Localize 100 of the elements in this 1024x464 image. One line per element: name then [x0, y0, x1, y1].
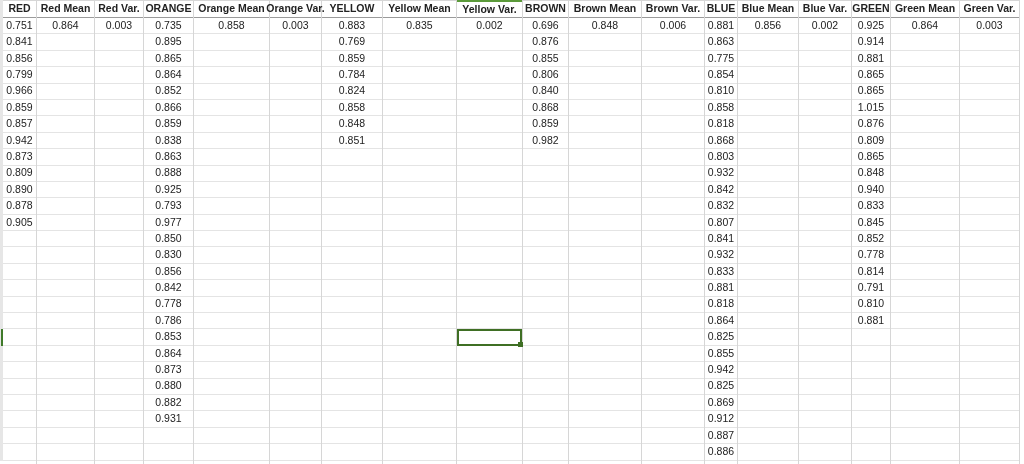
- table-cell: 0.842: [144, 280, 193, 297]
- fill-handle[interactable]: [518, 341, 523, 347]
- table-cell: 0.810: [852, 296, 890, 314]
- column-header: GREEN: [852, 0, 890, 18]
- table-cell: 0.864: [891, 18, 959, 35]
- table-cell: 0.876: [852, 116, 890, 133]
- table-cell: 1.015: [852, 99, 890, 117]
- column-header: Green Var.: [960, 0, 1019, 18]
- table-cell: 0.856: [738, 18, 798, 35]
- table-cell: 0.982: [523, 132, 568, 150]
- table-cell: 0.890: [3, 181, 36, 199]
- table-cell: 0.931: [144, 411, 193, 428]
- table-cell: 0.865: [144, 50, 193, 68]
- table-cell: 0.002: [457, 18, 522, 35]
- table-cell: 0.881: [852, 50, 890, 68]
- table-cell: 0.803: [705, 149, 737, 166]
- table-cell: 0.864: [705, 313, 737, 330]
- table-cell: 0.912: [705, 411, 737, 428]
- table-cell: 0.818: [705, 116, 737, 133]
- table-cell: 0.859: [322, 50, 382, 68]
- table-cell: 0.786: [144, 313, 193, 330]
- table-cell: 0.905: [3, 214, 36, 232]
- table-cell: 0.814: [852, 263, 890, 281]
- table-cell: 0.825: [705, 378, 737, 395]
- table-cell: 0.966: [3, 83, 36, 100]
- table-cell: 0.842: [705, 181, 737, 199]
- table-cell: 0.942: [3, 132, 36, 150]
- table-cell: 0.856: [144, 263, 193, 281]
- column-header: Green Mean: [891, 0, 959, 18]
- table-cell: 0.848: [852, 165, 890, 182]
- table-cell: 0.825: [705, 329, 737, 346]
- table-cell: 0.865: [852, 83, 890, 100]
- column-header: Yellow Mean: [383, 0, 456, 18]
- column-header: Yellow Var.: [457, 0, 522, 18]
- table-cell: 0.932: [705, 247, 737, 264]
- selected-cell[interactable]: [457, 329, 522, 346]
- table-cell: 0.832: [705, 198, 737, 215]
- table-cell: 0.778: [852, 247, 890, 264]
- column-header: Blue Mean: [738, 0, 798, 18]
- table-cell: 0.887: [705, 427, 737, 445]
- table-cell: 0.835: [383, 18, 456, 35]
- table-cell: 0.886: [705, 444, 737, 461]
- table-cell: 0.833: [705, 263, 737, 281]
- table-cell: 0.932: [705, 165, 737, 182]
- column-header: Brown Var.: [642, 0, 704, 18]
- table-cell: 0.751: [3, 18, 36, 35]
- table-cell: 0.841: [705, 231, 737, 248]
- table-cell: 0.863: [144, 149, 193, 166]
- table-cell: 0.856: [3, 50, 36, 68]
- table-cell: 0.852: [852, 231, 890, 248]
- table-cell: 0.002: [799, 18, 851, 35]
- table-cell: 0.866: [144, 99, 193, 117]
- table-cell: 0.851: [322, 132, 382, 150]
- table-cell: 0.775: [705, 50, 737, 68]
- table-cell: 0.977: [144, 214, 193, 232]
- table-cell: 0.895: [144, 34, 193, 51]
- table-cell: 0.791: [852, 280, 890, 297]
- table-cell: 0.880: [144, 378, 193, 395]
- table-cell: 0.869: [705, 395, 737, 412]
- table-cell: 0.799: [3, 67, 36, 84]
- table-cell: 0.784: [322, 67, 382, 84]
- table-cell: 0.882: [144, 395, 193, 412]
- table-cell: 0.859: [523, 116, 568, 133]
- table-cell: 0.806: [523, 67, 568, 84]
- column-header: Blue Var.: [799, 0, 851, 18]
- table-cell: 0.868: [523, 99, 568, 117]
- column-header: RED: [3, 0, 36, 18]
- table-cell: 0.865: [852, 149, 890, 166]
- table-cell: 0.888: [144, 165, 193, 182]
- table-cell: 0.863: [705, 34, 737, 51]
- table-cell: 0.881: [705, 18, 737, 35]
- table-cell: 0.852: [144, 83, 193, 100]
- table-cell: 0.809: [3, 165, 36, 182]
- table-cell: 0.858: [194, 18, 269, 35]
- table-cell: 0.881: [705, 280, 737, 297]
- table-cell: 0.858: [322, 99, 382, 117]
- table-cell: 0.942: [705, 362, 737, 379]
- table-cell: 0.925: [144, 181, 193, 199]
- column-header: ORANGE: [144, 0, 193, 18]
- table-cell: 0.793: [144, 198, 193, 215]
- table-cell: 0.855: [705, 345, 737, 363]
- table-cell: 0.003: [95, 18, 143, 35]
- table-cell: 0.855: [523, 50, 568, 68]
- table-cell: 0.850: [144, 231, 193, 248]
- table-cell: 0.865: [852, 67, 890, 84]
- column-header: Brown Mean: [569, 0, 641, 18]
- table-cell: 0.845: [852, 214, 890, 232]
- table-cell: 0.841: [3, 34, 36, 51]
- table-cell: 0.848: [569, 18, 641, 35]
- table-cell: 0.914: [852, 34, 890, 51]
- table-cell: 0.868: [705, 132, 737, 150]
- table-cell: 0.840: [523, 83, 568, 100]
- table-cell: 0.940: [852, 181, 890, 199]
- table-cell: 0.833: [852, 198, 890, 215]
- table-cell: 0.735: [144, 18, 193, 35]
- table-cell: 0.848: [322, 116, 382, 133]
- table-cell: 0.881: [852, 313, 890, 330]
- table-cell: 0.838: [144, 132, 193, 150]
- table-cell: 0.857: [3, 116, 36, 133]
- table-cell: 0.854: [705, 67, 737, 84]
